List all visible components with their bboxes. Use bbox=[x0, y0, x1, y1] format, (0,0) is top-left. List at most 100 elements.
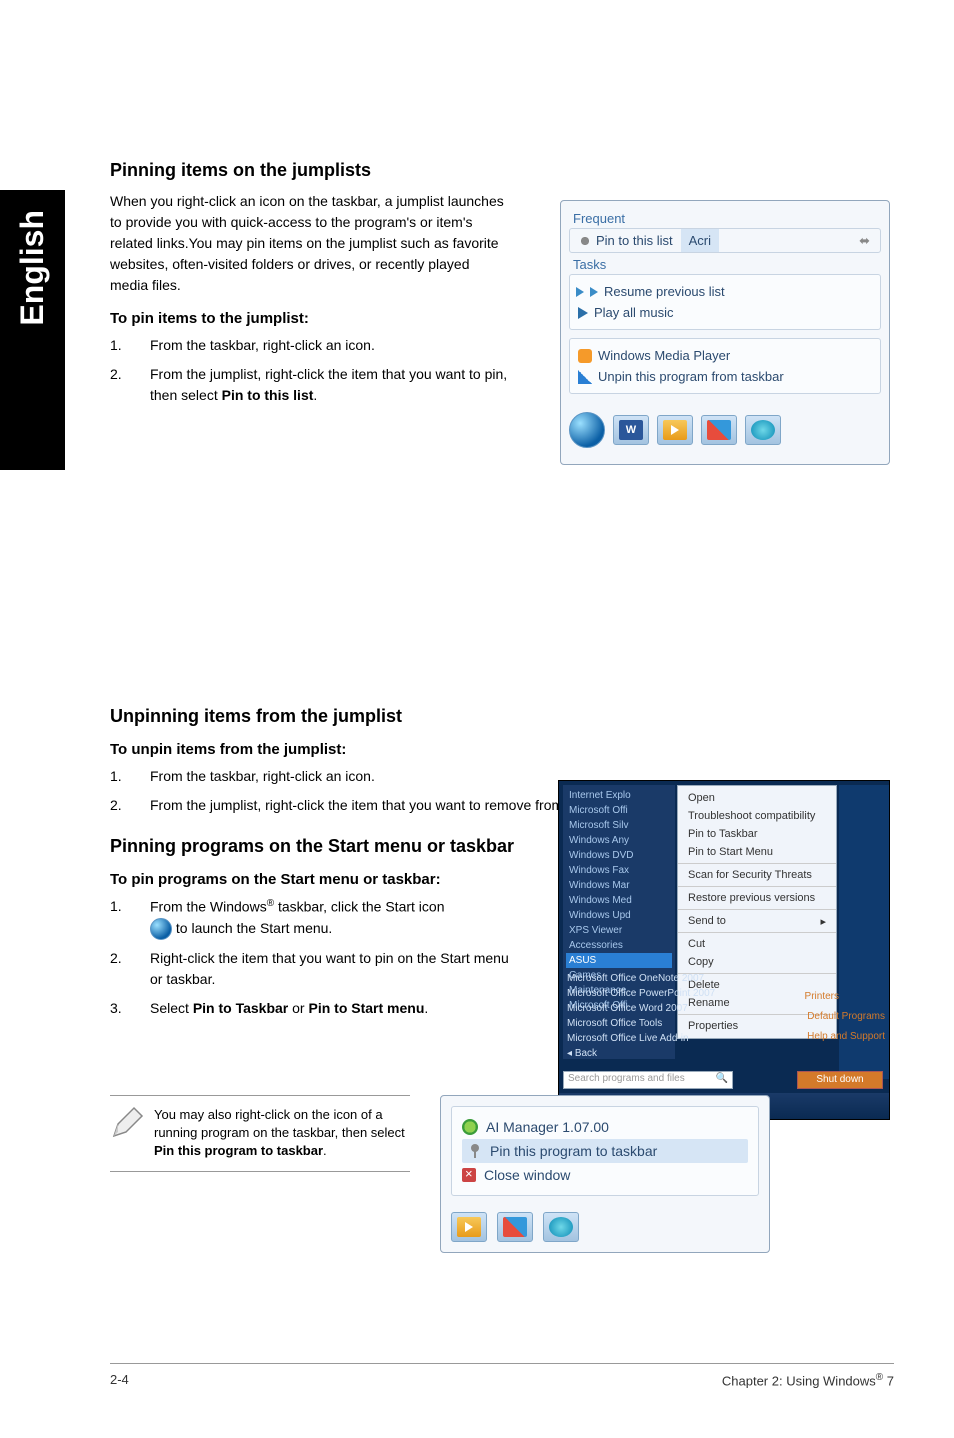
intro-paragraph: When you right-click an icon on the task… bbox=[110, 191, 510, 296]
note-callout: You may also right-click on the icon of … bbox=[110, 1095, 410, 1172]
ctx-open[interactable]: Open bbox=[678, 789, 836, 807]
menu-item[interactable]: Microsoft Offi bbox=[566, 803, 672, 818]
step-text: Right-click the item that you want to pi… bbox=[150, 948, 510, 990]
ai-manager-row[interactable]: AI Manager 1.07.00 bbox=[462, 1115, 748, 1139]
figure-jumplist-popup: Frequent Pin to this list Acri ⬌ Tasks R… bbox=[560, 200, 890, 465]
close-window-row[interactable]: Close window bbox=[462, 1163, 748, 1187]
pin-program-row[interactable]: Pin this program to taskbar bbox=[462, 1139, 748, 1163]
ai-icon bbox=[462, 1119, 478, 1135]
note-text: You may also right-click on the icon of … bbox=[154, 1106, 410, 1161]
unpin-row[interactable]: Unpin this program from taskbar bbox=[576, 366, 874, 387]
back-button[interactable]: ◂ Back bbox=[563, 1046, 843, 1061]
menu-item[interactable]: Microsoft Silv bbox=[566, 818, 672, 833]
group-frequent: Frequent bbox=[573, 211, 881, 226]
main-content: Pinning items on the jumplists When you … bbox=[110, 160, 890, 1027]
step-text: From the Windows® taskbar, click the Sta… bbox=[150, 896, 510, 940]
puzzle-icon bbox=[707, 420, 731, 440]
subheading-unpin: To unpin items from the jumplist: bbox=[110, 741, 890, 758]
menu-item[interactable]: Windows Any bbox=[566, 833, 672, 848]
ctx-troubleshoot[interactable]: Troubleshoot compatibility bbox=[678, 807, 836, 825]
ctx-pin-taskbar[interactable]: Pin to Taskbar bbox=[678, 825, 836, 843]
menu-item[interactable]: Internet Explo bbox=[566, 788, 672, 803]
pin-steps: 1.From the taskbar, right-click an icon.… bbox=[110, 335, 510, 406]
recent-programs: Microsoft Office OneNote 2007 Microsoft … bbox=[563, 971, 843, 1061]
pin-to-list-row[interactable]: Pin to this list Acri ⬌ bbox=[569, 228, 881, 253]
task-resume[interactable]: Resume previous list bbox=[576, 281, 874, 302]
pin-icon bbox=[578, 234, 592, 248]
step-number: 2. bbox=[110, 364, 150, 406]
recent-item[interactable]: Microsoft Office Tools bbox=[563, 1016, 843, 1031]
menu-item[interactable]: Windows Fax bbox=[566, 863, 672, 878]
wmp-row[interactable]: Windows Media Player bbox=[576, 345, 874, 366]
pencil-icon bbox=[110, 1106, 144, 1140]
taskbar-asus-icon[interactable] bbox=[543, 1212, 579, 1242]
start-orb[interactable] bbox=[569, 412, 605, 448]
recent-item[interactable]: Microsoft Office Live Add-in bbox=[563, 1031, 843, 1046]
heading-pinning-jumplists: Pinning items on the jumplists bbox=[110, 160, 890, 181]
step-number: 2. bbox=[110, 948, 150, 990]
menu-item[interactable]: Windows Upd bbox=[566, 908, 672, 923]
play-orange-icon bbox=[663, 420, 687, 440]
ctx-sendto[interactable]: Send to▸ bbox=[678, 912, 836, 930]
page-footer: 2-4 Chapter 2: Using Windows® 7 bbox=[110, 1363, 894, 1388]
taskbar-strip bbox=[451, 1206, 759, 1242]
start-icon bbox=[150, 918, 172, 940]
step-number: 2. bbox=[110, 795, 150, 816]
chapter-label: Chapter 2: Using Windows® 7 bbox=[722, 1372, 894, 1388]
menu-item[interactable]: XPS Viewer bbox=[566, 923, 672, 938]
recent-item[interactable]: Microsoft Office Word 2007 bbox=[563, 1001, 843, 1016]
taskbar-strip: W bbox=[569, 402, 881, 448]
close-icon bbox=[462, 1168, 476, 1182]
ctx-cut[interactable]: Cut bbox=[678, 935, 836, 953]
play-orange-icon bbox=[457, 1217, 481, 1237]
puzzle-icon bbox=[503, 1217, 527, 1237]
step-number: 1. bbox=[110, 896, 150, 940]
search-box[interactable]: Search programs and files🔍 bbox=[563, 1071, 733, 1089]
menu-item-asus[interactable]: ASUS bbox=[566, 953, 672, 968]
asus-icon bbox=[751, 420, 775, 440]
taskbar-wmp-icon[interactable] bbox=[451, 1212, 487, 1242]
step-text: Select Pin to Taskbar or Pin to Start me… bbox=[150, 998, 510, 1019]
step-number: 3. bbox=[110, 998, 150, 1019]
wmp-icon bbox=[578, 349, 592, 363]
taskbar-wmp-icon[interactable] bbox=[657, 415, 693, 445]
language-label: English bbox=[14, 210, 51, 326]
page-number: 2-4 bbox=[110, 1372, 129, 1388]
heading-unpinning: Unpinning items from the jumplist bbox=[110, 706, 890, 727]
note-block: You may also right-click on the icon of … bbox=[110, 1095, 890, 1253]
figure-start-menu: Internet Explo Microsoft Offi Microsoft … bbox=[558, 780, 890, 1120]
pin-icon bbox=[468, 1144, 482, 1158]
taskbar-puzzle-icon[interactable] bbox=[701, 415, 737, 445]
pin-push-icon[interactable]: ⬌ bbox=[859, 233, 880, 249]
recent-item[interactable]: Microsoft Office OneNote 2007 bbox=[563, 971, 843, 986]
subheading-pin-jumplist: To pin items to the jumplist: bbox=[110, 310, 510, 327]
ctx-scan[interactable]: Scan for Security Threats bbox=[678, 866, 836, 884]
group-tasks: Tasks bbox=[573, 257, 881, 272]
language-tab: English bbox=[0, 190, 65, 470]
resume-icon bbox=[590, 287, 598, 297]
unpin-icon bbox=[578, 370, 592, 384]
step-number: 1. bbox=[110, 766, 150, 787]
task-play-all[interactable]: Play all music bbox=[576, 302, 874, 323]
ctx-copy[interactable]: Copy bbox=[678, 953, 836, 971]
word-icon: W bbox=[619, 420, 643, 440]
step-number: 1. bbox=[110, 335, 150, 356]
asus-icon bbox=[549, 1217, 573, 1237]
menu-item[interactable]: Windows Mar bbox=[566, 878, 672, 893]
menu-item[interactable]: Accessories bbox=[566, 938, 672, 953]
ctx-restore[interactable]: Restore previous versions bbox=[678, 889, 836, 907]
shutdown-button[interactable]: Shut down bbox=[797, 1071, 883, 1089]
taskbar-asus-icon[interactable] bbox=[745, 415, 781, 445]
menu-item[interactable]: Windows DVD bbox=[566, 848, 672, 863]
recent-item[interactable]: Microsoft Office PowerPoint 2007 bbox=[563, 986, 843, 1001]
play-icon bbox=[578, 307, 588, 319]
acri-item[interactable]: Acri bbox=[681, 229, 719, 252]
taskbar-puzzle-icon[interactable] bbox=[497, 1212, 533, 1242]
ctx-pin-start[interactable]: Pin to Start Menu bbox=[678, 843, 836, 861]
step-text: From the jumplist, right-click the item … bbox=[150, 364, 510, 406]
figure-taskbar-popup: AI Manager 1.07.00 Pin this program to t… bbox=[440, 1095, 770, 1253]
step-text: From the taskbar, right-click an icon. bbox=[150, 335, 510, 356]
taskbar-word-icon[interactable]: W bbox=[613, 415, 649, 445]
pin-start-steps: 1.From the Windows® taskbar, click the S… bbox=[110, 896, 510, 1019]
menu-item[interactable]: Windows Med bbox=[566, 893, 672, 908]
